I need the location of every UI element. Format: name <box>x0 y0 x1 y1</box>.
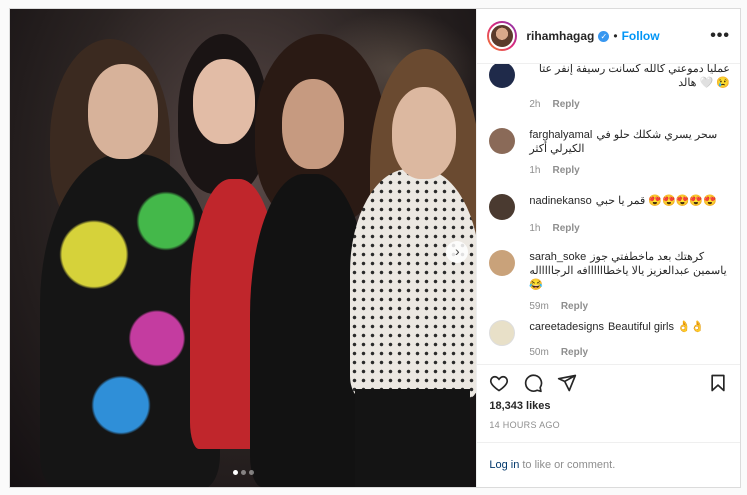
reply-button[interactable]: Reply <box>552 98 579 112</box>
comment-username[interactable]: nadinekanso <box>529 195 591 207</box>
action-bar <box>477 364 740 400</box>
comment-meta: 2h Reply <box>529 98 730 112</box>
comment-list[interactable]: عمليا دموعتي كالله كسانت رسيفة إنفر عتا … <box>477 64 740 364</box>
carousel-dot <box>249 470 254 475</box>
comment-meta: 59m Reply <box>529 300 730 314</box>
person-1-face <box>88 64 158 159</box>
login-prompt: Log in to like or comment. <box>477 442 740 487</box>
comment-meta: 1h Reply <box>529 164 730 178</box>
comment-username[interactable]: farghalyamal <box>529 129 592 141</box>
comment-body: careetadesigns Beautiful girls 👌👌 50m Rep… <box>529 320 704 360</box>
post-photo[interactable]: › <box>10 9 477 487</box>
person-4-face <box>392 87 456 179</box>
verified-icon: ✓ <box>598 30 610 42</box>
heart-icon[interactable] <box>489 373 509 393</box>
post-header: rihamhagag ✓ • Follow ••• <box>477 9 740 64</box>
comment-time: 59m <box>529 301 549 312</box>
carousel-dot <box>233 470 238 475</box>
post-card: › rihamhagag ✓ • Follow ••• عمليا دموعتي… <box>9 8 741 488</box>
comment-text: عمليا دموعتي كالله كسانت رسيفة إنفر عتا … <box>538 64 730 89</box>
list-item: عمليا دموعتي كالله كسانت رسيفة إنفر عتا … <box>489 64 730 112</box>
comment-avatar[interactable] <box>489 250 516 276</box>
reply-button[interactable]: Reply <box>552 164 579 178</box>
login-link[interactable]: Log in <box>489 459 519 471</box>
post-sidebar: rihamhagag ✓ • Follow ••• عمليا دموعتي ك… <box>476 9 740 487</box>
comment-username[interactable]: careetadesigns <box>529 321 604 333</box>
likes-count[interactable]: 18,343 likes <box>477 400 740 416</box>
comment-avatar[interactable] <box>489 64 516 88</box>
post-timestamp[interactable]: 14 HOURS AGO <box>477 416 740 436</box>
comment-text: Beautiful girls 👌👌 <box>607 321 705 333</box>
share-icon[interactable] <box>557 373 577 393</box>
carousel-dot <box>241 470 246 475</box>
comment-time: 50m <box>529 347 549 358</box>
comment-icon[interactable] <box>523 373 543 393</box>
avatar <box>489 23 516 49</box>
follow-button[interactable]: Follow <box>622 29 660 43</box>
login-text: to like or comment. <box>522 459 616 471</box>
reply-button[interactable]: Reply <box>561 300 588 314</box>
comment-avatar[interactable] <box>489 194 516 220</box>
reply-button[interactable]: Reply <box>552 222 579 236</box>
comment-body: nadinekanso 😍😍😍😍😍 قمر يا حبي 1h Reply <box>529 194 716 236</box>
person-3-face <box>282 79 344 169</box>
comment-meta: 50m Reply <box>529 346 704 360</box>
more-icon[interactable]: ••• <box>710 27 730 45</box>
comment-time: 1h <box>529 223 541 234</box>
comment-time: 1h <box>529 165 541 176</box>
author-username[interactable]: rihamhagag <box>526 29 594 43</box>
bookmark-icon[interactable] <box>708 373 728 393</box>
list-item: nadinekanso 😍😍😍😍😍 قمر يا حبي 1h Reply <box>489 194 730 236</box>
reply-button[interactable]: Reply <box>561 346 588 360</box>
carousel-indicator <box>233 470 254 475</box>
comment-body: sarah_soke كرهتك بعد ماخطفتي جوز ياسمين ع… <box>529 250 730 314</box>
person-4-blouse <box>350 169 477 399</box>
author-avatar-ring[interactable] <box>487 21 518 51</box>
comment-body: عمليا دموعتي كالله كسانت رسيفة إنفر عتا … <box>529 64 730 112</box>
comment-username[interactable]: sarah_soke <box>529 251 586 263</box>
person-4-skirt <box>355 389 470 487</box>
person-2-face <box>193 59 255 144</box>
comment-avatar[interactable] <box>489 128 516 154</box>
comment-time: 2h <box>529 99 541 110</box>
list-item: careetadesigns Beautiful girls 👌👌 50m Rep… <box>489 320 730 360</box>
comment-meta: 1h Reply <box>529 222 716 236</box>
comment-avatar[interactable] <box>489 320 516 346</box>
comment-body: farghalyamal سحر يسري شكلك حلو في الكيرلي… <box>529 128 730 178</box>
list-item: farghalyamal سحر يسري شكلك حلو في الكيرلي… <box>489 128 730 178</box>
comment-text: 😍😍😍😍😍 قمر يا حبي <box>595 195 717 207</box>
separator: • <box>613 29 618 43</box>
list-item: sarah_soke كرهتك بعد ماخطفتي جوز ياسمين ع… <box>489 250 730 314</box>
